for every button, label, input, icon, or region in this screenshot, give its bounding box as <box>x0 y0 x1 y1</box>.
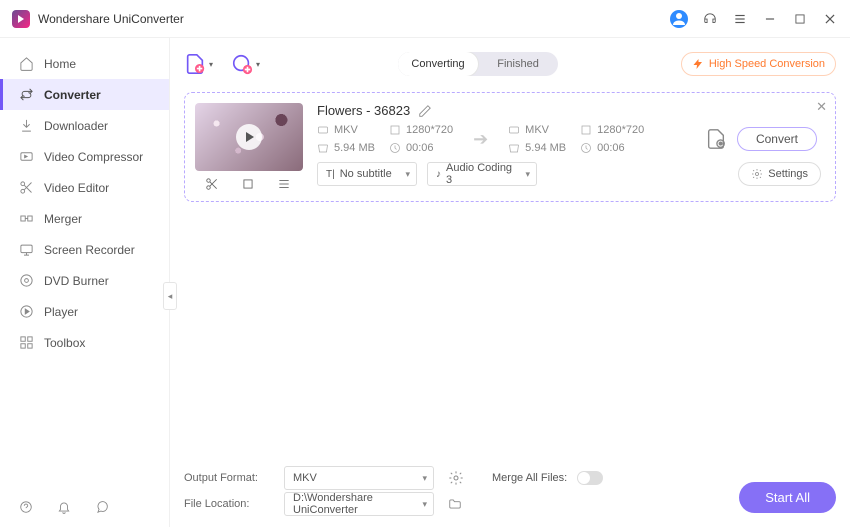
play-icon <box>18 304 34 320</box>
dst-format: MKV <box>525 124 549 136</box>
add-file-button[interactable]: ▾ <box>184 53 213 75</box>
sidebar-item-label: Home <box>44 57 76 71</box>
sidebar-item-label: Toolbox <box>44 336 85 350</box>
sidebar-item-toolbox[interactable]: Toolbox <box>0 327 169 358</box>
edit-title-icon[interactable] <box>418 104 432 118</box>
src-duration: 00:06 <box>406 142 434 154</box>
app-logo <box>12 10 30 28</box>
sidebar-item-label: Converter <box>44 88 101 102</box>
sidebar-item-label: Video Editor <box>44 181 109 195</box>
subtitle-value: No subtitle <box>340 168 392 180</box>
file-location-select[interactable]: D:\Wondershare UniConverter <box>284 492 434 516</box>
maximize-icon[interactable] <box>792 11 808 27</box>
file-title: Flowers - 36823 <box>317 103 410 118</box>
add-url-button[interactable]: ▾ <box>231 53 260 75</box>
compress-icon <box>18 149 34 165</box>
dst-size: 5.94 MB <box>525 142 566 154</box>
src-resolution: 1280*720 <box>406 124 453 136</box>
scissors-icon <box>18 180 34 196</box>
sidebar-item-editor[interactable]: Video Editor <box>0 172 169 203</box>
bell-icon[interactable] <box>56 499 72 515</box>
sidebar-item-label: DVD Burner <box>44 274 109 288</box>
sidebar: Home Converter Downloader Video Compress… <box>0 38 170 527</box>
home-icon <box>18 56 34 72</box>
output-format-value: MKV <box>293 472 317 484</box>
output-settings-icon[interactable] <box>705 128 727 150</box>
close-icon[interactable] <box>822 11 838 27</box>
remove-file-button[interactable]: ✕ <box>816 99 827 115</box>
merge-toggle[interactable] <box>577 471 603 485</box>
output-format-select[interactable]: MKV <box>284 466 434 490</box>
sidebar-item-downloader[interactable]: Downloader <box>0 110 169 141</box>
effects-icon[interactable] <box>277 177 291 191</box>
grid-icon <box>18 335 34 351</box>
arrow-icon: ➔ <box>473 129 488 150</box>
sidebar-item-compressor[interactable]: Video Compressor <box>0 141 169 172</box>
file-location-value: D:\Wondershare UniConverter <box>293 492 411 516</box>
sidebar-item-label: Downloader <box>44 119 108 133</box>
open-folder-icon[interactable] <box>448 497 462 511</box>
settings-label: Settings <box>768 168 808 180</box>
feedback-icon[interactable] <box>94 499 110 515</box>
output-format-label: Output Format: <box>184 472 274 484</box>
start-all-button[interactable]: Start All <box>739 482 836 513</box>
merger-icon <box>18 211 34 227</box>
tab-converting[interactable]: Converting <box>398 52 478 76</box>
video-thumbnail[interactable] <box>195 103 303 171</box>
trim-icon[interactable] <box>205 177 219 191</box>
merge-label: Merge All Files: <box>492 472 567 484</box>
menu-icon[interactable] <box>732 11 748 27</box>
disc-icon <box>18 273 34 289</box>
sidebar-item-player[interactable]: Player <box>0 296 169 327</box>
sidebar-item-home[interactable]: Home <box>0 48 169 79</box>
sidebar-item-label: Merger <box>44 212 82 226</box>
settings-button[interactable]: Settings <box>738 162 821 186</box>
sidebar-item-label: Video Compressor <box>44 150 143 164</box>
support-icon[interactable] <box>702 11 718 27</box>
user-avatar[interactable] <box>670 10 688 28</box>
hsc-label: High Speed Conversion <box>709 58 825 70</box>
crop-icon[interactable] <box>241 177 255 191</box>
sidebar-item-label: Screen Recorder <box>44 243 135 257</box>
help-icon[interactable] <box>18 499 34 515</box>
audio-select[interactable]: ♪Audio Coding 3 <box>427 162 537 186</box>
sidebar-item-dvd[interactable]: DVD Burner <box>0 265 169 296</box>
dst-resolution: 1280*720 <box>597 124 644 136</box>
file-card: ✕ Flowers - 36823 <box>184 92 836 202</box>
audio-value: Audio Coding 3 <box>446 162 514 186</box>
converter-icon <box>18 87 34 103</box>
play-overlay-icon <box>236 124 262 150</box>
src-size: 5.94 MB <box>334 142 375 154</box>
sidebar-item-recorder[interactable]: Screen Recorder <box>0 234 169 265</box>
subtitle-select[interactable]: T|No subtitle <box>317 162 417 186</box>
app-title: Wondershare UniConverter <box>38 12 184 26</box>
sidebar-item-merger[interactable]: Merger <box>0 203 169 234</box>
sidebar-item-converter[interactable]: Converter <box>0 79 169 110</box>
minimize-icon[interactable] <box>762 11 778 27</box>
file-location-label: File Location: <box>184 498 274 510</box>
high-speed-conversion-button[interactable]: High Speed Conversion <box>681 52 836 76</box>
sidebar-item-label: Player <box>44 305 78 319</box>
tab-finished[interactable]: Finished <box>478 52 558 76</box>
src-format: MKV <box>334 124 358 136</box>
dst-duration: 00:06 <box>597 142 625 154</box>
convert-button[interactable]: Convert <box>737 127 817 151</box>
download-icon <box>18 118 34 134</box>
recorder-icon <box>18 242 34 258</box>
format-settings-icon[interactable] <box>448 470 464 486</box>
